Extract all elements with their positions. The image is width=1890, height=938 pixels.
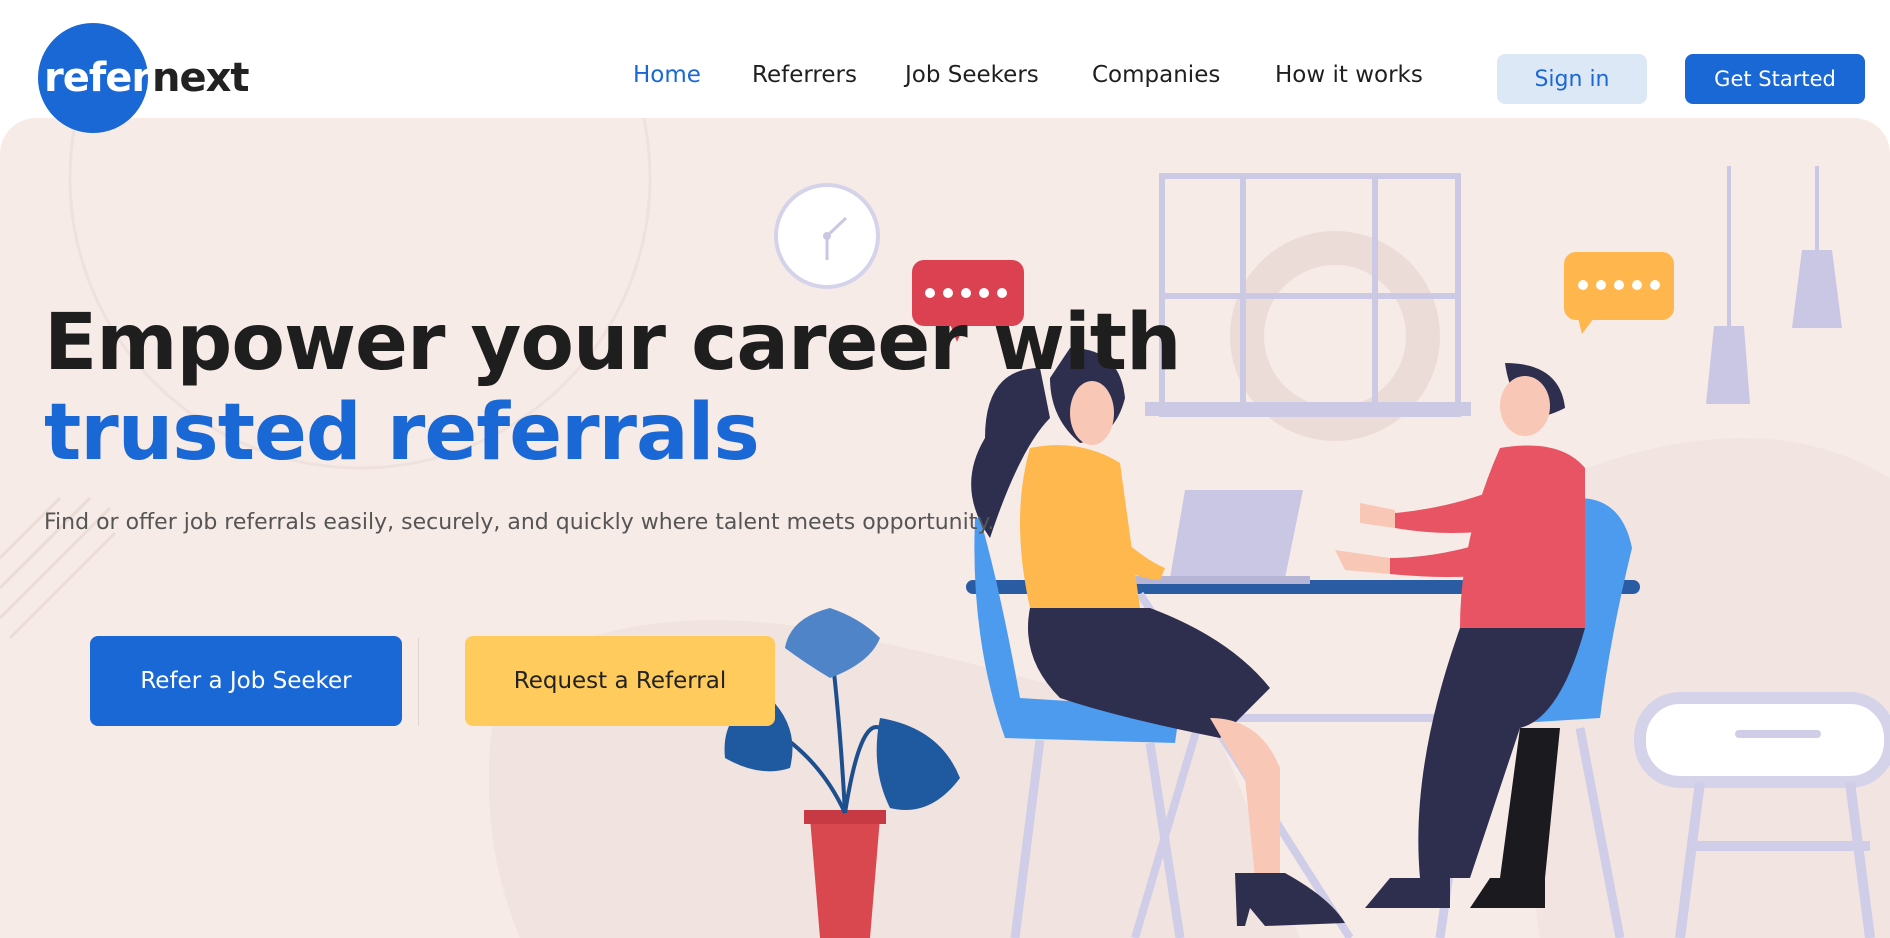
- sign-in-button[interactable]: Sign in: [1497, 54, 1647, 104]
- logo[interactable]: refer next: [38, 22, 250, 134]
- hero-subtitle: Find or offer job referrals easily, secu…: [44, 510, 995, 535]
- hero-section: Empower your career with trusted referra…: [0, 118, 1890, 938]
- logo-text-next: next: [152, 55, 250, 101]
- man-figure: [1335, 363, 1585, 908]
- hero-headline: Empower your career with: [44, 298, 1182, 388]
- logo-text-refer: refer: [44, 55, 151, 101]
- nav-job-seekers[interactable]: Job Seekers: [905, 62, 1039, 88]
- nav-companies[interactable]: Companies: [1092, 62, 1220, 88]
- nav-home[interactable]: Home: [633, 62, 701, 88]
- chat-bubble-yellow-icon: [1564, 252, 1674, 334]
- nav-how-it-works[interactable]: How it works: [1275, 62, 1423, 88]
- hero-headline-highlight: trusted referrals: [44, 388, 760, 478]
- request-referral-button[interactable]: Request a Referral: [465, 636, 775, 726]
- clock-icon: [774, 183, 880, 289]
- lamp-icon: [1706, 166, 1842, 404]
- get-started-button[interactable]: Get Started: [1685, 54, 1865, 104]
- nav-referrers[interactable]: Referrers: [752, 62, 857, 88]
- site-header: refer next Home Referrers Job Seekers Co…: [0, 0, 1890, 133]
- cta-divider: [418, 638, 419, 726]
- logo-badge: refer: [38, 23, 151, 133]
- refer-job-seeker-button[interactable]: Refer a Job Seeker: [90, 636, 402, 726]
